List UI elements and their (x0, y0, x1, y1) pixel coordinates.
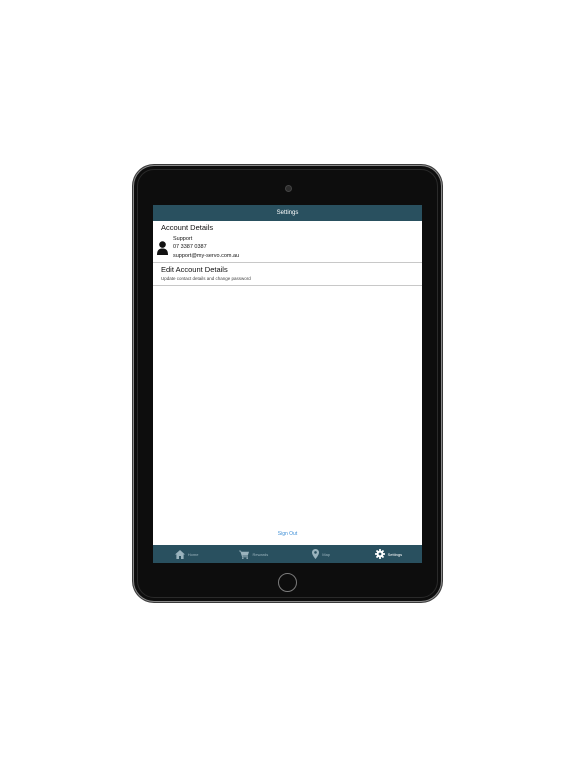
home-hardware-button[interactable] (278, 573, 297, 592)
tab-rewards[interactable]: Rewards (220, 545, 287, 563)
edit-account-subtitle: Update contact details and change passwo… (161, 276, 251, 281)
tab-home-label: Home (187, 551, 199, 557)
map-pin-icon (312, 549, 320, 559)
sign-out-button[interactable]: Sign Out (153, 531, 422, 537)
edit-account-title: Edit Account Details (161, 265, 228, 274)
tab-settings[interactable]: Settings (355, 545, 422, 563)
tab-bar: Home Rewards Map Settings (153, 545, 422, 563)
edit-account-details-row[interactable]: Edit Account Details Update contact deta… (153, 263, 422, 285)
tab-map[interactable]: Map (288, 545, 355, 563)
tab-map-label: Map (322, 551, 331, 557)
navigation-bar: Settings (153, 205, 422, 221)
person-icon (157, 241, 168, 255)
account-info-row: Support 07 3387 0387 support@my-servo.co… (153, 234, 422, 262)
divider (153, 285, 422, 286)
page-title: Settings (276, 210, 299, 216)
account-name: Support (173, 236, 193, 242)
tab-home[interactable]: Home (153, 545, 220, 563)
app-screen: Settings Account Details Support 07 3387… (153, 205, 422, 563)
cart-icon (239, 550, 250, 559)
tab-rewards-label: Rewards (252, 551, 269, 557)
home-icon (174, 549, 185, 559)
gear-icon (374, 549, 385, 559)
account-phone: 07 3387 0387 (173, 244, 207, 251)
front-camera (285, 185, 292, 192)
account-email: support@my-servo.com.au (173, 252, 240, 259)
tab-settings-label: Settings (387, 551, 403, 557)
account-details-header: Account Details (161, 223, 214, 232)
